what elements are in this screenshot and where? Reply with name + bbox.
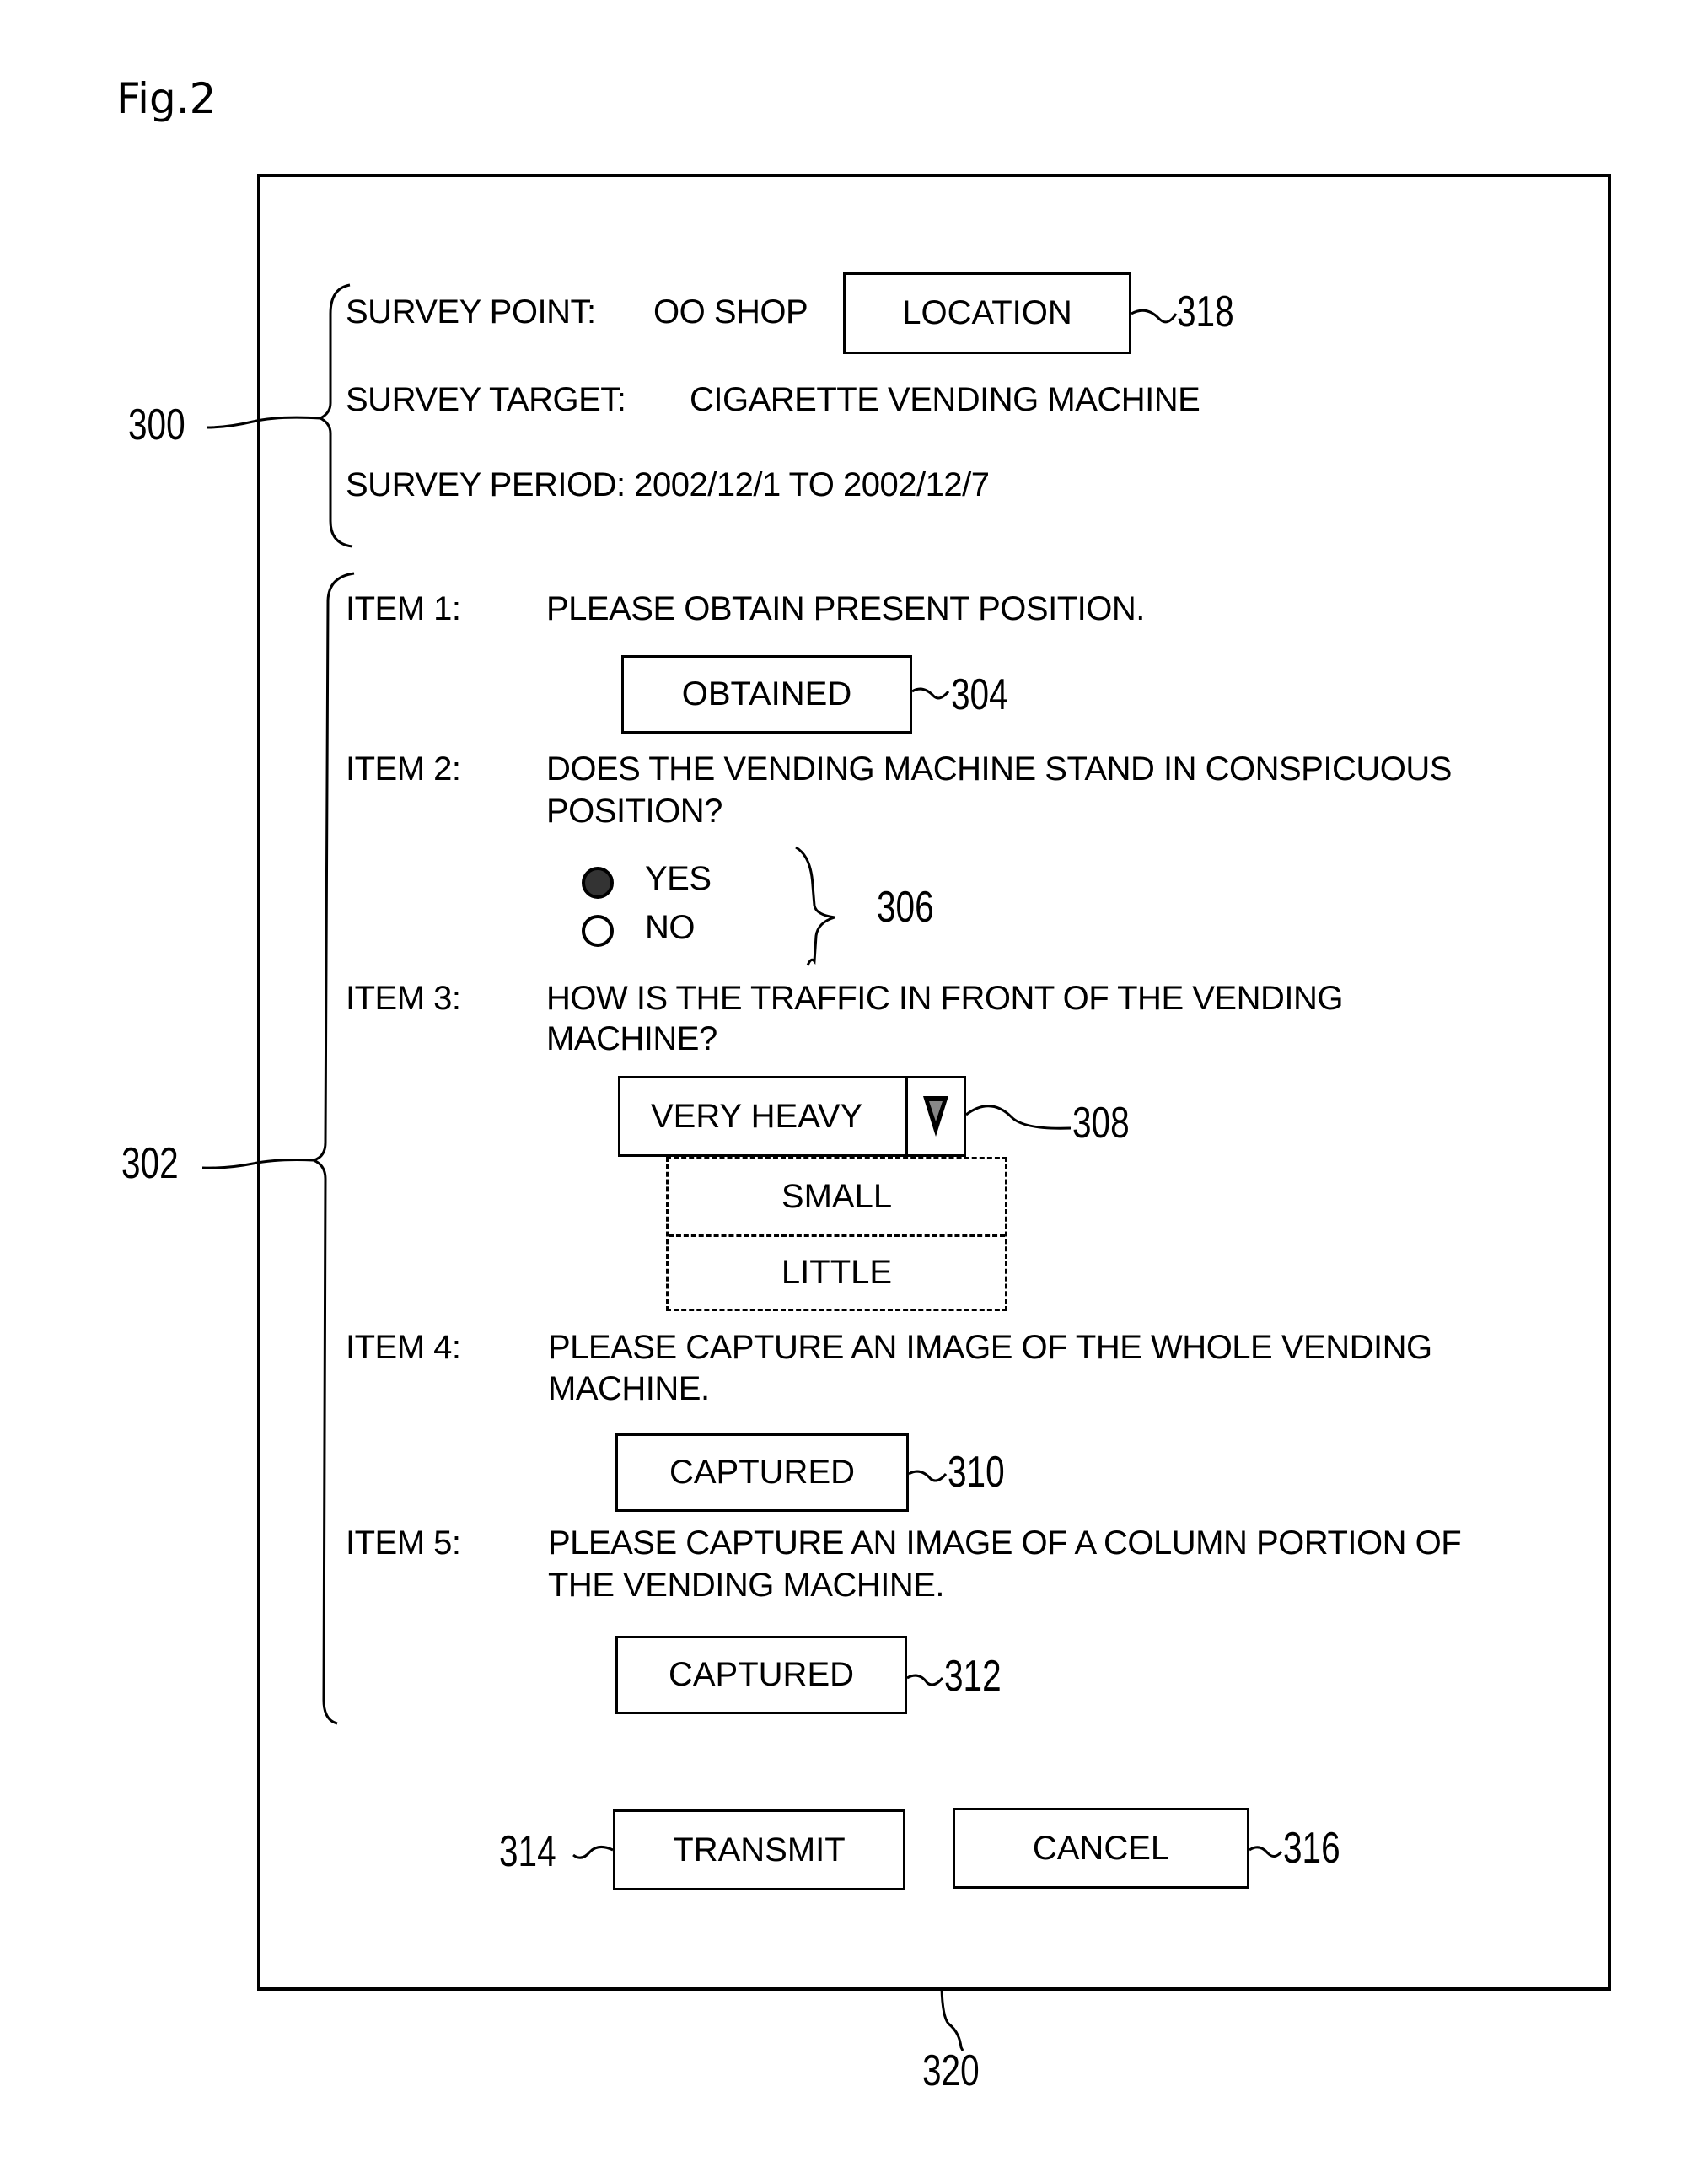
item-2-label: ITEM 2: <box>346 750 461 788</box>
radio-no[interactable] <box>582 915 614 947</box>
leader-318 <box>1131 309 1178 324</box>
transmit-button[interactable]: TRANSMIT <box>613 1809 905 1890</box>
dropdown-options-list: SMALL LITTLE <box>666 1157 1007 1311</box>
ref-304: 304 <box>951 670 1008 719</box>
item-5-question-line-2: THE VENDING MACHINE. <box>548 1567 945 1604</box>
survey-target-label: SURVEY TARGET: <box>346 381 626 418</box>
item-2-question-line-2: POSITION? <box>546 793 722 830</box>
dropdown-option-little[interactable]: LITTLE <box>669 1234 1005 1309</box>
traffic-dropdown[interactable]: VERY HEAVY <box>618 1076 966 1157</box>
leader-312 <box>906 1674 944 1686</box>
ref-306: 306 <box>877 883 934 932</box>
item-3-label: ITEM 3: <box>346 980 461 1017</box>
ref-302: 302 <box>121 1139 179 1188</box>
item-4-question-line-1: PLEASE CAPTURE AN IMAGE OF THE WHOLE VEN… <box>548 1329 1432 1366</box>
survey-point-value: OO SHOP <box>653 293 808 331</box>
ref-312: 312 <box>944 1652 1002 1701</box>
item-4-label: ITEM 4: <box>346 1329 461 1366</box>
survey-target-value: CIGARETTE VENDING MACHINE <box>690 381 1200 418</box>
survey-point-label: SURVEY POINT: <box>346 293 596 331</box>
brace-306 <box>795 846 835 966</box>
ref-300: 300 <box>128 401 185 449</box>
leader-314 <box>572 1846 614 1859</box>
leader-320 <box>940 1987 964 2051</box>
ref-310: 310 <box>948 1448 1005 1497</box>
location-button[interactable]: LOCATION <box>843 272 1131 354</box>
dropdown-arrow-icon[interactable] <box>905 1078 964 1154</box>
item-5-question-line-1: PLEASE CAPTURE AN IMAGE OF A COLUMN PORT… <box>548 1524 1462 1562</box>
leader-310 <box>908 1470 948 1482</box>
cancel-button[interactable]: CANCEL <box>953 1808 1249 1889</box>
captured-button-1[interactable]: CAPTURED <box>615 1433 909 1512</box>
dropdown-option-small[interactable]: SMALL <box>669 1159 1005 1234</box>
item-4-question-line-2: MACHINE. <box>548 1370 710 1407</box>
item-1-question: PLEASE OBTAIN PRESENT POSITION. <box>546 590 1145 627</box>
ref-320: 320 <box>922 2046 980 2095</box>
leader-316 <box>1249 1846 1283 1858</box>
item-1-label: ITEM 1: <box>346 590 461 627</box>
leader-302 <box>201 1159 314 1169</box>
leader-304 <box>911 687 950 700</box>
ref-308: 308 <box>1072 1099 1130 1148</box>
ref-316: 316 <box>1283 1824 1340 1873</box>
item-2-question-line-1: DOES THE VENDING MACHINE STAND IN CONSPI… <box>546 750 1452 788</box>
survey-period: SURVEY PERIOD: 2002/12/1 TO 2002/12/7 <box>346 466 990 503</box>
ref-314: 314 <box>499 1827 556 1876</box>
ref-318: 318 <box>1177 288 1234 336</box>
leader-300 <box>206 416 321 429</box>
leader-308 <box>965 1105 1072 1130</box>
item-3-question-line-2: MACHINE? <box>546 1020 717 1057</box>
radio-no-label: NO <box>645 909 696 946</box>
item-5-label: ITEM 5: <box>346 1524 461 1562</box>
item-3-question-line-1: HOW IS THE TRAFFIC IN FRONT OF THE VENDI… <box>546 980 1343 1017</box>
radio-yes-label: YES <box>645 860 712 897</box>
dropdown-selected-value: VERY HEAVY <box>651 1097 863 1135</box>
captured-button-2[interactable]: CAPTURED <box>615 1636 907 1714</box>
obtained-button[interactable]: OBTAINED <box>621 655 912 734</box>
radio-yes[interactable] <box>582 867 614 899</box>
